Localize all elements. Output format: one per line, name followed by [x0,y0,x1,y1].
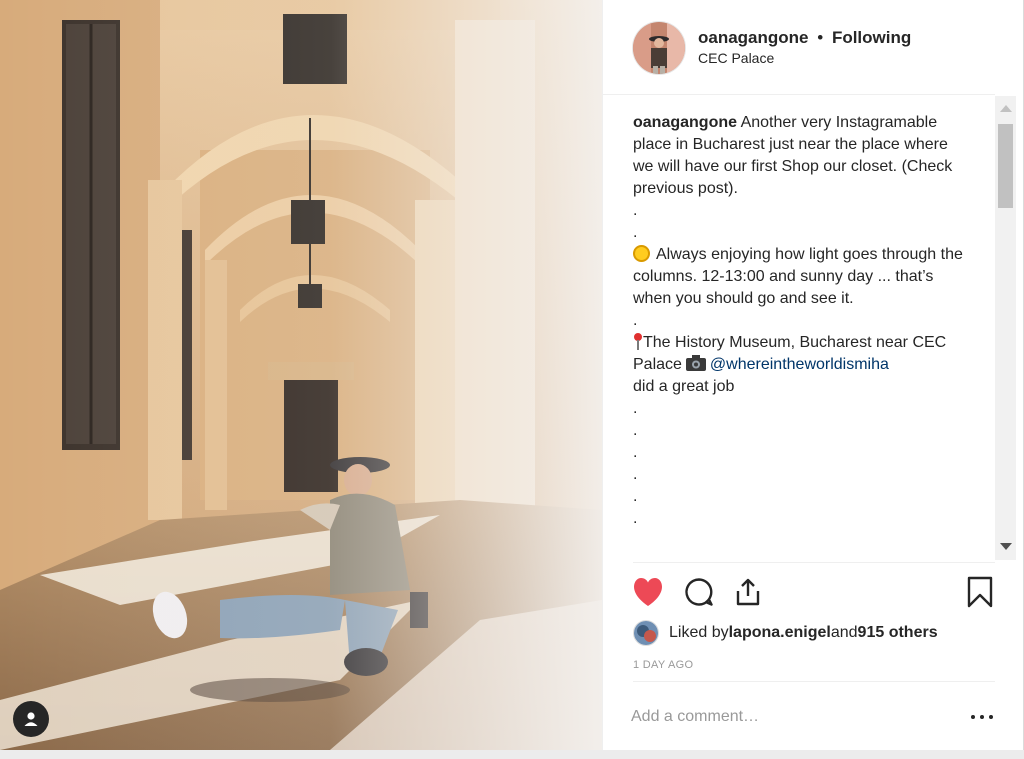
caption-area: oanagangone Another very Instagramable p… [633,112,969,560]
pin-emoji-icon [634,333,642,350]
caption-main: oanagangone Another very Instagramable p… [633,112,969,200]
scrollbar-thumb[interactable] [998,124,1013,208]
photo-illustration [0,0,602,750]
likes-count-link[interactable]: 915 others [858,624,938,642]
share-icon [736,578,760,606]
caption-dot: . [633,400,638,417]
caption-dot: . [633,202,638,219]
speech-bubble-icon [685,578,713,606]
comment-input[interactable] [631,703,951,731]
post-photo[interactable] [0,0,602,750]
share-button[interactable] [731,575,765,609]
more-options-button[interactable] [971,712,993,722]
header-title-line: oanagangone • Following [698,28,911,48]
ellipsis-icon [989,715,993,719]
caption-dot: . [633,224,638,241]
post-location[interactable]: CEC Palace [698,50,774,66]
caption-scrollbar[interactable] [995,96,1016,560]
actions-divider [633,562,995,563]
caption-dot: . [633,488,638,505]
caption-dot: . [633,444,638,461]
caption-place-line: The History Museum, Bucharest near CEC P… [633,332,969,376]
post-header: oanagangone • Following CEC Palace [603,0,995,95]
caption-sun-line: Always enjoying how light goes through t… [633,244,969,310]
author-username[interactable]: oanagangone [698,28,809,47]
bookmark-icon [967,576,993,608]
author-avatar-image [633,22,685,74]
ellipsis-icon [980,715,984,719]
like-button[interactable] [631,575,665,609]
scroll-up-arrow-icon[interactable] [1000,105,1012,112]
ellipsis-icon [971,715,975,719]
caption-dot: . [633,466,638,483]
liker-username[interactable]: lapona.enigel [729,624,831,642]
heart-icon [634,578,662,606]
caption-username[interactable]: oanagangone [633,114,737,131]
sun-emoji-icon [633,245,650,262]
likes-and: and [830,624,858,641]
post-timestamp[interactable]: 1 DAY AGO [633,659,693,671]
follow-status-button[interactable]: Following [832,28,911,47]
person-icon [24,712,38,726]
liker-avatar-image [634,621,658,645]
tagged-users-button[interactable] [13,701,49,737]
caption-dot: . [633,510,638,527]
caption-dot: . [633,422,638,439]
window-bottom-edge [0,750,1024,759]
save-button[interactable] [963,575,997,609]
caption-sun-text: Always enjoying how light goes through t… [633,246,963,307]
mention-link[interactable]: @whereintheworldismiha [710,356,889,373]
comment-divider [633,681,995,682]
post-side-panel: oanagangone • Following CEC Palace oanag… [602,0,1024,750]
liker-avatar[interactable] [633,620,659,646]
comment-button[interactable] [682,575,716,609]
header-separator: • [817,28,824,47]
camera-emoji-icon [685,355,706,371]
author-avatar[interactable] [632,21,686,75]
caption-dot: . [633,312,638,329]
caption-credit: did a great job [633,378,735,395]
likes-prefix: Liked by [669,624,729,641]
scroll-down-arrow-icon[interactable] [1000,543,1012,550]
likes-summary: Liked by lapona.enigel and 915 others [633,620,938,646]
